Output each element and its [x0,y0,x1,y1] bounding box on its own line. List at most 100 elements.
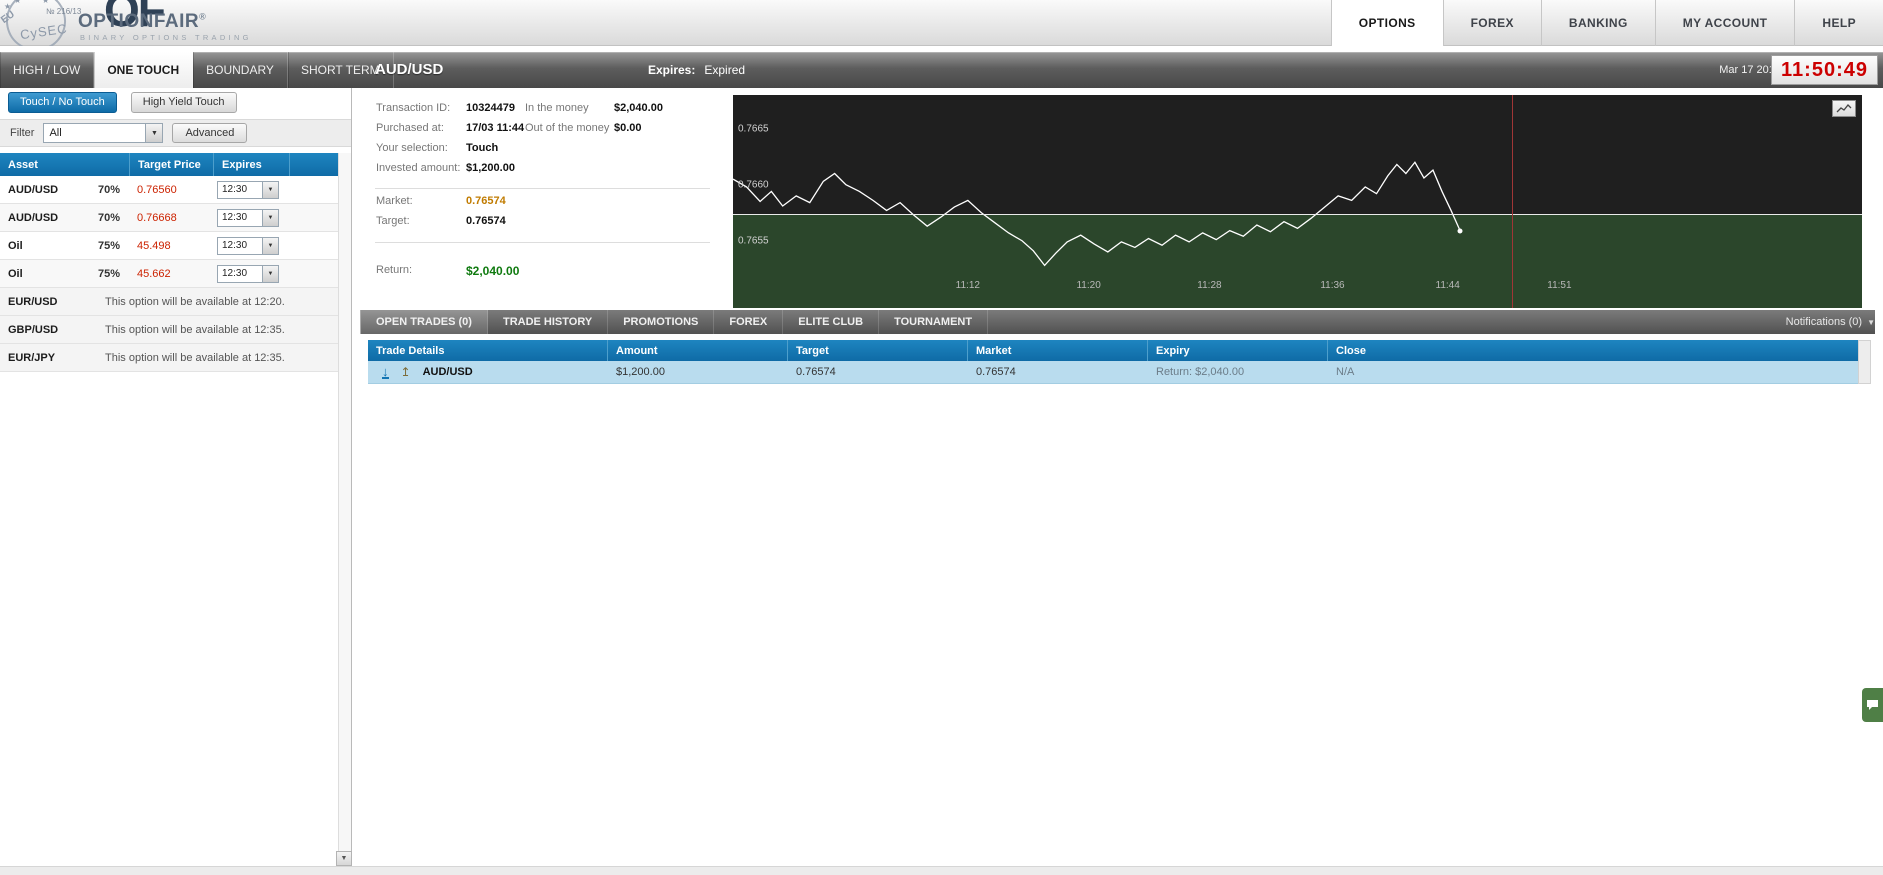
main-nav: OPTIONS FOREX BANKING MY ACCOUNT HELP [1330,0,1883,46]
expiry-status: Expires: Expired [648,52,745,88]
chevron-down-icon: ▼ [1867,317,1875,327]
tab-forex[interactable]: FOREX [714,310,784,334]
invested-value: $1,200.00 [466,162,515,174]
expires-select-value: 12:30 [222,184,248,195]
asset-name: Oil [8,267,23,280]
tab-label: HIGH / LOW [13,63,81,77]
tab-tournament[interactable]: TOURNAMENT [879,310,989,334]
touch-direction-icon: ↥ [400,365,411,379]
expires-cell: 12:30 ▼ [214,208,290,227]
nav-tab-banking[interactable]: BANKING [1540,0,1655,46]
asset-name: AUD/USD [8,183,59,196]
asset-target-price: 45.662 [137,267,171,280]
expires-select[interactable]: 12:30 ▼ [217,236,279,255]
column-header-trade-details: Trade Details [368,340,608,361]
expires-value: Expired [704,63,746,77]
live-chat-icon[interactable] [1862,688,1883,722]
chart-x-tick-label: 11:20 [1076,280,1101,291]
column-header-target-price: Target Price [130,153,214,176]
chart-type-icon[interactable] [1832,100,1856,117]
column-header-close: Close [1336,344,1366,357]
notifications-dropdown[interactable]: Notifications (0) ▼ [1786,310,1875,334]
assets-sidebar: Touch / No Touch High Yield Touch Filter… [0,88,352,866]
logo-tagline: BINARY OPTIONS TRADING [80,33,252,42]
chevron-down-icon[interactable]: ▼ [145,124,163,142]
return-value: $2,040.00 [466,264,520,278]
trades-table-header: Trade Details Amount Target Market Expir… [368,340,1858,361]
filter-bar: Filter All ▼ Advanced [0,119,351,147]
invested-row: Invested amount: $1,200.00 [376,162,515,174]
selection-value: Touch [466,142,499,154]
instrument-header-bar: HIGH / LOW ONE TOUCH BOUNDARY SHORT TERM… [0,52,1883,88]
tab-high-low[interactable]: HIGH / LOW [0,52,95,88]
column-header-asset: Asset [0,153,130,176]
tab-one-touch[interactable]: ONE TOUCH [94,52,194,88]
asset-name: Oil [8,239,23,252]
expires-select[interactable]: 12:30 ▼ [217,180,279,199]
filter-select[interactable]: All ▼ [43,123,164,143]
expires-select-value: 12:30 [222,212,248,223]
nav-tab-label: MY ACCOUNT [1682,16,1768,30]
asset-row-unavailable: GBP/USD This option will be available at… [0,316,339,344]
chart-x-tick-label: 11:36 [1320,280,1345,291]
nav-tab-help[interactable]: HELP [1794,0,1883,46]
asset-name: EUR/JPY [8,351,56,364]
field-label: In the money [525,102,589,114]
expires-select[interactable]: 12:30 ▼ [217,264,279,283]
expires-select[interactable]: 12:30 ▼ [217,208,279,227]
trade-market: 0.76574 [976,366,1016,378]
asset-payout: 75% [97,239,120,252]
trade-expiry: Return: $2,040.00 [1156,366,1245,378]
expires-select-value: 12:30 [222,268,248,279]
nav-tab-options[interactable]: OPTIONS [1330,0,1443,46]
page: ★ ★ ★ ★ EU № 216/13 CySEC OF OPTIONFAIR®… [0,0,1883,875]
chart-x-tick-label: 11:44 [1435,280,1460,291]
scroll-down-arrow-icon[interactable]: ▼ [336,851,352,866]
star-icon: ★ [42,0,50,5]
subtab-high-yield-touch[interactable]: High Yield Touch [130,92,237,113]
nav-tab-forex[interactable]: FOREX [1442,0,1541,46]
main-panel: Transaction ID: 10324479 Purchased at: 1… [360,88,1883,866]
asset-row[interactable]: AUD/USD 70% 0.76560 12:30 ▼ [0,176,339,204]
chevron-down-icon[interactable]: ▼ [262,181,278,198]
star-icon: ★ [14,0,22,5]
out-money-value: $0.00 [614,122,642,134]
brand-name: OPTIONFAIR [78,11,200,32]
tab-boundary[interactable]: BOUNDARY [193,52,288,88]
subtab-touch-no-touch[interactable]: Touch / No Touch [8,92,117,113]
field-label: Out of the money [525,122,610,134]
open-trade-row[interactable]: ↓ ↥ AUD/USD $1,200.00 0.76574 0.76574 Re… [368,361,1858,384]
availability-note: This option will be available at 12:35. [105,351,285,364]
trade-close: N/A [1336,366,1355,378]
tab-trade-history[interactable]: TRADE HISTORY [488,310,609,334]
advanced-button[interactable]: Advanced [172,123,248,143]
trades-scrollbar[interactable] [1858,340,1871,384]
asset-row[interactable]: AUD/USD 70% 0.76668 12:30 ▼ [0,204,339,232]
trade-asset: AUD/USD [422,366,473,378]
download-icon[interactable]: ↓ [382,365,389,379]
chevron-down-icon[interactable]: ▼ [262,209,278,226]
sidebar-scrollbar[interactable]: ▼ [336,153,352,866]
tab-open-trades[interactable]: OPEN TRADES (0) [360,310,488,334]
tab-label: ONE TOUCH [107,63,180,77]
field-label: Transaction ID: [376,102,451,114]
asset-name: GBP/USD [8,323,59,336]
tab-elite-club[interactable]: ELITE CLUB [783,310,880,334]
chevron-down-icon[interactable]: ▼ [262,265,278,282]
tab-promotions[interactable]: PROMOTIONS [608,310,715,334]
badge-license-number: № 216/13 [46,7,82,16]
nav-tab-my-account[interactable]: MY ACCOUNT [1654,0,1795,46]
selection-row: Your selection: Touch [376,142,498,154]
selected-pair-title: AUD/USD [375,61,444,78]
chevron-down-icon[interactable]: ▼ [262,237,278,254]
asset-row[interactable]: Oil 75% 45.498 12:30 ▼ [0,232,339,260]
asset-name: AUD/USD [8,211,59,224]
asset-target-price: 45.498 [137,239,171,252]
in-money-value: $2,040.00 [614,102,663,114]
tab-label: SHORT TERM [300,63,380,77]
transaction-id-value: 10324479 [466,102,515,114]
asset-row[interactable]: Oil 75% 45.662 12:30 ▼ [0,260,339,288]
horizontal-scrollbar-track[interactable] [0,866,1883,875]
asset-row-unavailable: EUR/USD This option will be available at… [0,288,339,316]
column-header-target: Target [788,340,968,361]
